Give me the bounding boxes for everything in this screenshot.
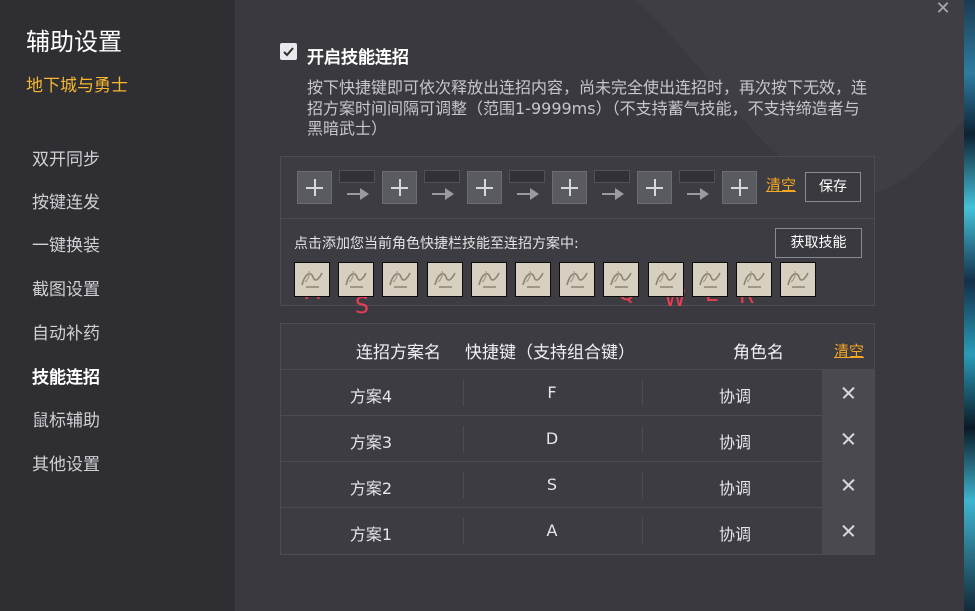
row-hotkey: D	[545, 429, 559, 448]
divider	[642, 518, 643, 544]
divider	[463, 426, 464, 452]
sidebar-item-auto-potion[interactable]: 自动补药	[32, 319, 100, 344]
row-name: 方案4	[349, 387, 393, 406]
clear-table-link[interactable]: 清空	[834, 340, 864, 361]
divider	[281, 461, 874, 462]
row-name: 方案3	[349, 433, 393, 452]
delete-row-button[interactable]	[822, 370, 874, 416]
divider	[642, 472, 643, 498]
skill-hint: 点击添加您当前角色快捷栏技能至连招方案中:	[294, 236, 579, 252]
divider	[463, 380, 464, 406]
row-role: 协调	[718, 433, 751, 452]
row-name: 方案2	[349, 479, 393, 498]
row-hotkey: S	[546, 475, 558, 494]
sidebar: 辅助设置 地下城与勇士 双开同步 按键连发 一键换装 截图设置 自动补药 技能连…	[0, 0, 235, 611]
row-role: 协调	[718, 479, 751, 498]
arrow-right-icon	[432, 188, 454, 200]
add-slot-button[interactable]	[722, 171, 757, 204]
sidebar-item-mouse-assist[interactable]: 鼠标辅助	[32, 406, 100, 431]
background-art	[964, 0, 975, 611]
sidebar-item-quick-equip[interactable]: 一键换装	[32, 231, 100, 256]
row-role: 协调	[718, 525, 751, 544]
arrow-right-icon	[347, 188, 369, 200]
check-icon	[283, 47, 294, 57]
column-header-hotkey: 快捷键（支持组合键）	[465, 343, 635, 363]
skill-icon[interactable]	[427, 262, 463, 297]
skill-icon[interactable]	[294, 262, 330, 297]
skill-icon[interactable]	[515, 262, 551, 297]
row-role: 协调	[718, 387, 751, 406]
skill-icon[interactable]	[559, 262, 595, 297]
row-hotkey: A	[546, 521, 558, 540]
save-button[interactable]: 保存	[805, 172, 861, 202]
enable-combo-label: 开启技能连招	[307, 48, 409, 68]
divider	[642, 380, 643, 406]
divider	[281, 415, 874, 416]
add-slot-button[interactable]	[552, 171, 587, 204]
divider	[281, 218, 874, 219]
close-icon[interactable]: ✕	[933, 0, 953, 20]
interval-slot[interactable]	[339, 170, 375, 183]
column-header-role: 角色名	[733, 343, 784, 363]
skill-icon[interactable]	[648, 262, 684, 297]
column-header-name: 连招方案名	[356, 343, 441, 363]
game-name: 地下城与勇士	[26, 76, 128, 96]
sidebar-item-dual-sync[interactable]: 双开同步	[32, 145, 100, 170]
divider	[281, 507, 874, 508]
sidebar-item-other[interactable]: 其他设置	[32, 450, 100, 475]
skill-icon[interactable]	[780, 262, 816, 297]
divider	[281, 369, 874, 370]
combo-description: 按下快捷键即可依次释放出连招内容，尚未完全使出连招时，再次按下无效，连招方案时间…	[307, 78, 868, 138]
interval-slot[interactable]	[679, 170, 715, 183]
interval-slot[interactable]	[424, 170, 460, 183]
row-hotkey: F	[547, 383, 557, 402]
delete-row-button[interactable]	[822, 416, 874, 462]
add-slot-button[interactable]	[382, 171, 417, 204]
divider	[463, 518, 464, 544]
skill-icon[interactable]	[603, 262, 639, 297]
add-slot-button[interactable]	[297, 171, 332, 204]
delete-row-button[interactable]	[822, 508, 874, 554]
interval-slot[interactable]	[509, 170, 545, 183]
divider	[463, 472, 464, 498]
skill-icon[interactable]	[338, 262, 374, 297]
sidebar-title: 辅助设置	[26, 28, 122, 56]
row-name: 方案1	[349, 525, 393, 544]
sidebar-item-screenshot[interactable]: 截图设置	[32, 275, 100, 300]
arrow-right-icon	[687, 188, 709, 200]
skill-icon[interactable]	[692, 262, 728, 297]
fetch-skills-button[interactable]: 获取技能	[775, 228, 862, 258]
arrow-right-icon	[517, 188, 539, 200]
divider	[642, 426, 643, 452]
arrow-right-icon	[602, 188, 624, 200]
clear-combo-link[interactable]: 清空	[766, 174, 796, 195]
sidebar-item-skill-combo[interactable]: 技能连招	[32, 363, 100, 388]
skill-icon[interactable]	[382, 262, 418, 297]
sidebar-item-key-repeat[interactable]: 按键连发	[32, 188, 100, 213]
interval-slot[interactable]	[594, 170, 630, 183]
delete-row-button[interactable]	[822, 462, 874, 508]
add-slot-button[interactable]	[467, 171, 502, 204]
skill-icon[interactable]	[471, 262, 507, 297]
enable-combo-checkbox[interactable]	[280, 43, 297, 60]
skill-icon[interactable]	[736, 262, 772, 297]
add-slot-button[interactable]	[637, 171, 672, 204]
